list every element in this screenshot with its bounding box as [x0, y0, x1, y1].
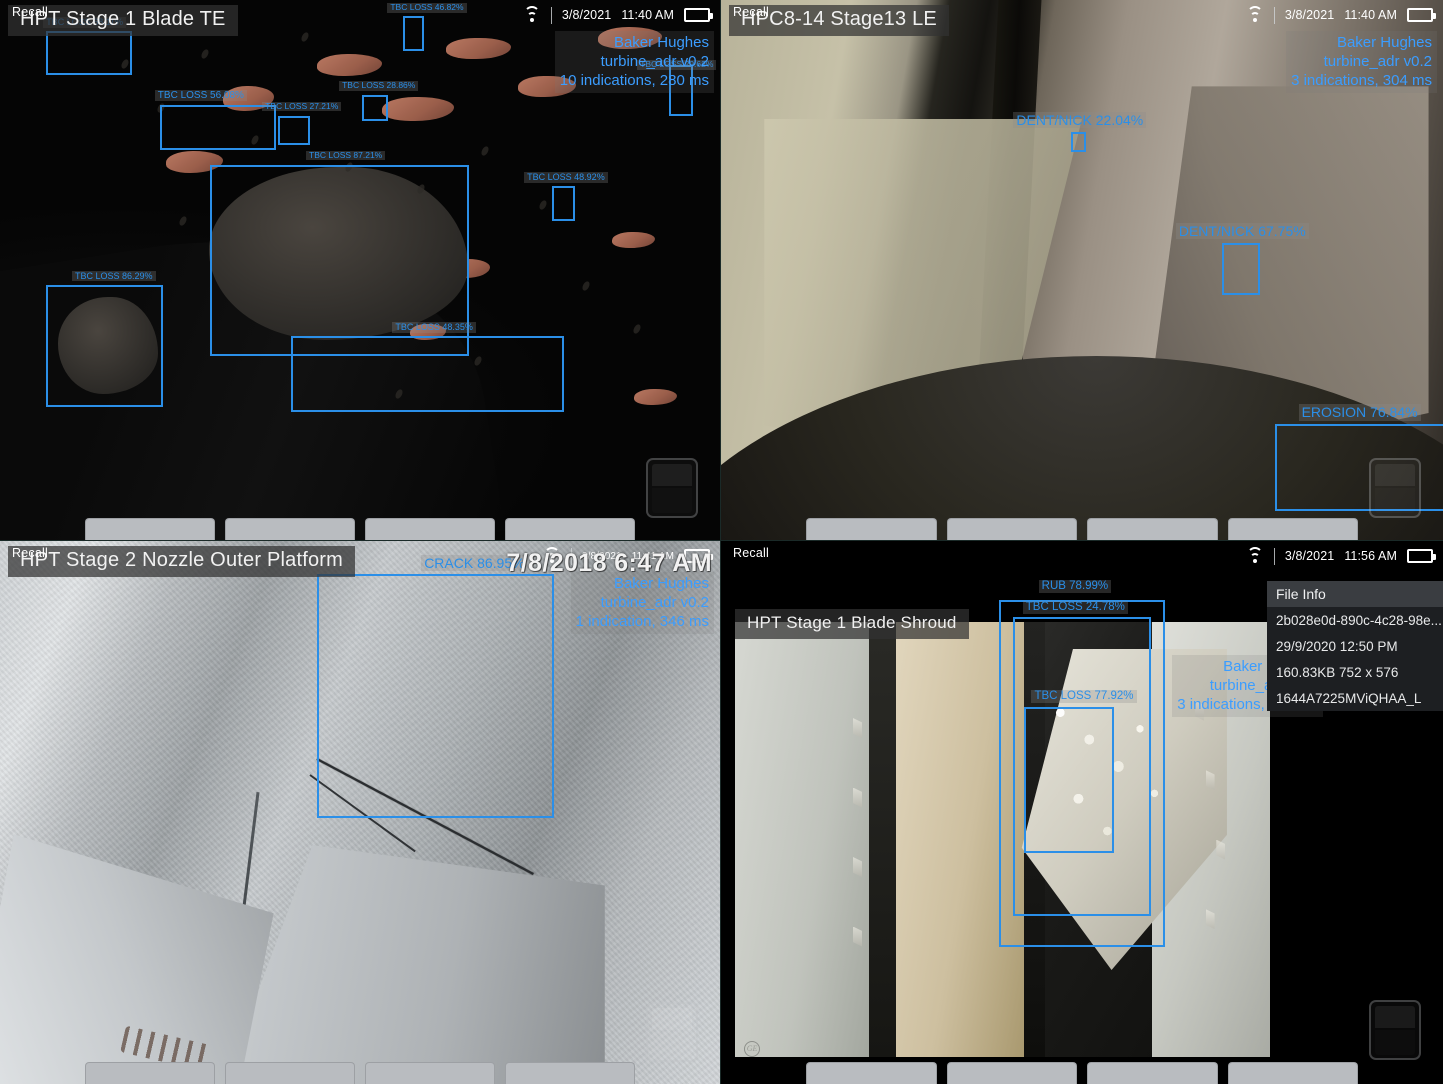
detection-label: TBC LOSS 24.78% — [1022, 600, 1128, 614]
detection-box[interactable] — [1222, 243, 1261, 295]
burned-in-timestamp: 7/8/2018 6:47 AM — [506, 549, 712, 577]
adr-summary-overlay: Baker Hughes turbine_adr v0.2 10 indicat… — [554, 31, 714, 93]
recall-button[interactable]: Recall — [8, 545, 52, 561]
detection-label: TBC LOSS 87.21% — [306, 150, 386, 161]
tool-button-2[interactable] — [225, 1062, 355, 1084]
file-info-panel[interactable]: File Info 2b028e0d-890c-4c28-98e... 29/9… — [1267, 581, 1443, 711]
detection-box[interactable] — [277, 115, 310, 145]
panel-hpt-stage-2-nozzle-outer-platform[interactable]: Recall 3/8/2021 11:41 AM 7/8/2018 6:47 A… — [0, 541, 721, 1084]
bottom-toolbar — [721, 1058, 1443, 1084]
adr-indications: 10 indications, 280 ms — [559, 72, 709, 90]
file-info-size: 160.83KB 752 x 576 — [1276, 665, 1399, 680]
recall-button[interactable]: Recall — [729, 545, 773, 561]
panel-hpt-stage-1-blade-te[interactable]: Recall 3/8/2021 11:40 AM HPT Stage 1 Bla… — [0, 0, 721, 541]
file-info-header: File Info — [1267, 581, 1443, 607]
adr-indications: 3 indications, 304 ms — [1291, 72, 1432, 90]
adr-brand: Baker Hughes — [1336, 34, 1432, 51]
preview-top — [652, 464, 692, 486]
preview-thumbnail-widget[interactable] — [1369, 1000, 1421, 1060]
panel-title: HPT Stage 1 Blade Shroud — [735, 609, 969, 639]
detection-box[interactable] — [1071, 132, 1087, 152]
tool-button-4[interactable] — [505, 518, 635, 540]
detection-box[interactable] — [46, 285, 163, 407]
detection-label: TBC LOSS 48.35% — [392, 322, 476, 333]
preview-top — [652, 1008, 692, 1030]
bottom-toolbar — [0, 1058, 720, 1084]
detection-box[interactable] — [362, 95, 389, 121]
preview-bottom — [652, 1032, 692, 1057]
preview-thumbnail-widget[interactable] — [646, 458, 698, 518]
tool-button-3[interactable] — [365, 1062, 495, 1084]
tool-button-3[interactable] — [1087, 1062, 1218, 1084]
adr-summary-overlay: Baker Hughes turbine_adr v0.2 3 indicati… — [1286, 31, 1437, 93]
detection-box[interactable] — [290, 336, 565, 412]
recall-button[interactable]: Recall — [729, 4, 773, 20]
file-info-serial: 1644A7225MViQHAA_L — [1276, 691, 1422, 706]
detection-label: TBC LOSS 86.29% — [72, 271, 156, 282]
panel-grid: Recall 3/8/2021 11:40 AM HPT Stage 1 Bla… — [0, 0, 1443, 1084]
adr-indications: 1 indication, 346 ms — [575, 613, 709, 631]
adr-summary-overlay: Baker Hughes turbine_adr v0.2 1 indicati… — [570, 572, 714, 634]
preview-bottom — [1375, 488, 1415, 513]
preview-top — [1375, 1006, 1415, 1028]
detection-box[interactable] — [316, 573, 555, 818]
bottom-toolbar — [721, 514, 1443, 540]
tool-button-3[interactable] — [1087, 518, 1218, 540]
detection-label: TBC LOSS 27.21% — [262, 101, 342, 112]
detection-box[interactable] — [159, 104, 277, 150]
detection-box[interactable] — [403, 15, 425, 51]
detection-label: TBC LOSS 77.92% — [1031, 689, 1137, 703]
tool-button-4[interactable] — [505, 1062, 635, 1084]
tool-button-4[interactable] — [1227, 1062, 1358, 1084]
preview-top — [1375, 464, 1415, 486]
tool-button-1[interactable] — [85, 1062, 215, 1084]
detection-label: RUB 78.99% — [1038, 580, 1112, 594]
panel-title: HPT Stage 2 Nozzle Outer Platform — [8, 546, 356, 577]
detection-label: DENT/NICK 67.75% — [1175, 223, 1309, 240]
tool-button-1[interactable] — [85, 518, 215, 540]
preview-bottom — [1375, 1030, 1415, 1055]
detection-label: TBC LOSS 48.92% — [524, 172, 608, 183]
tool-button-1[interactable] — [806, 1062, 937, 1084]
recall-button[interactable]: Recall — [8, 4, 52, 20]
detection-box[interactable] — [1024, 706, 1115, 854]
preview-thumbnail-widget[interactable] — [1369, 458, 1421, 518]
detection-label: TBC LOSS 28.86% — [339, 80, 419, 91]
tool-button-2[interactable] — [946, 1062, 1077, 1084]
tool-button-1[interactable] — [806, 518, 937, 540]
detection-label: TBC LOSS 56.08% — [154, 89, 247, 102]
preview-thumbnail-widget[interactable] — [646, 1002, 698, 1062]
adr-model: turbine_adr v0.2 — [600, 594, 709, 612]
tool-button-2[interactable] — [946, 518, 1077, 540]
tool-button-4[interactable] — [1227, 518, 1358, 540]
adr-model: turbine_adr v0.2 — [600, 53, 709, 71]
detection-box[interactable] — [551, 186, 576, 222]
detection-label: EROSION 76.84% — [1298, 404, 1421, 421]
detection-box[interactable] — [46, 31, 133, 75]
bottom-toolbar — [0, 514, 720, 540]
tool-button-2[interactable] — [225, 518, 355, 540]
panel-hpt-stage-1-blade-shroud[interactable]: GE Recall 3/8/2021 11:56 AM HPT Stage 1 … — [721, 541, 1443, 1084]
tool-button-3[interactable] — [365, 518, 495, 540]
ge-logo-icon: GE — [744, 1040, 761, 1057]
detection-label: TBC LOSS 46.82% — [387, 2, 467, 13]
file-info-timestamp: 29/9/2020 12:50 PM — [1276, 639, 1398, 654]
adr-brand: Baker Hughes — [613, 34, 709, 51]
adr-model: turbine_adr v0.2 — [1323, 53, 1432, 71]
detection-label: DENT/NICK 22.04% — [1013, 112, 1147, 129]
panel-hpc8-14-stage13-le[interactable]: Recall 3/8/2021 11:40 AM HPC8-14 Stage13… — [721, 0, 1443, 541]
preview-bottom — [652, 488, 692, 513]
file-info-id: 2b028e0d-890c-4c28-98e... — [1276, 613, 1442, 628]
